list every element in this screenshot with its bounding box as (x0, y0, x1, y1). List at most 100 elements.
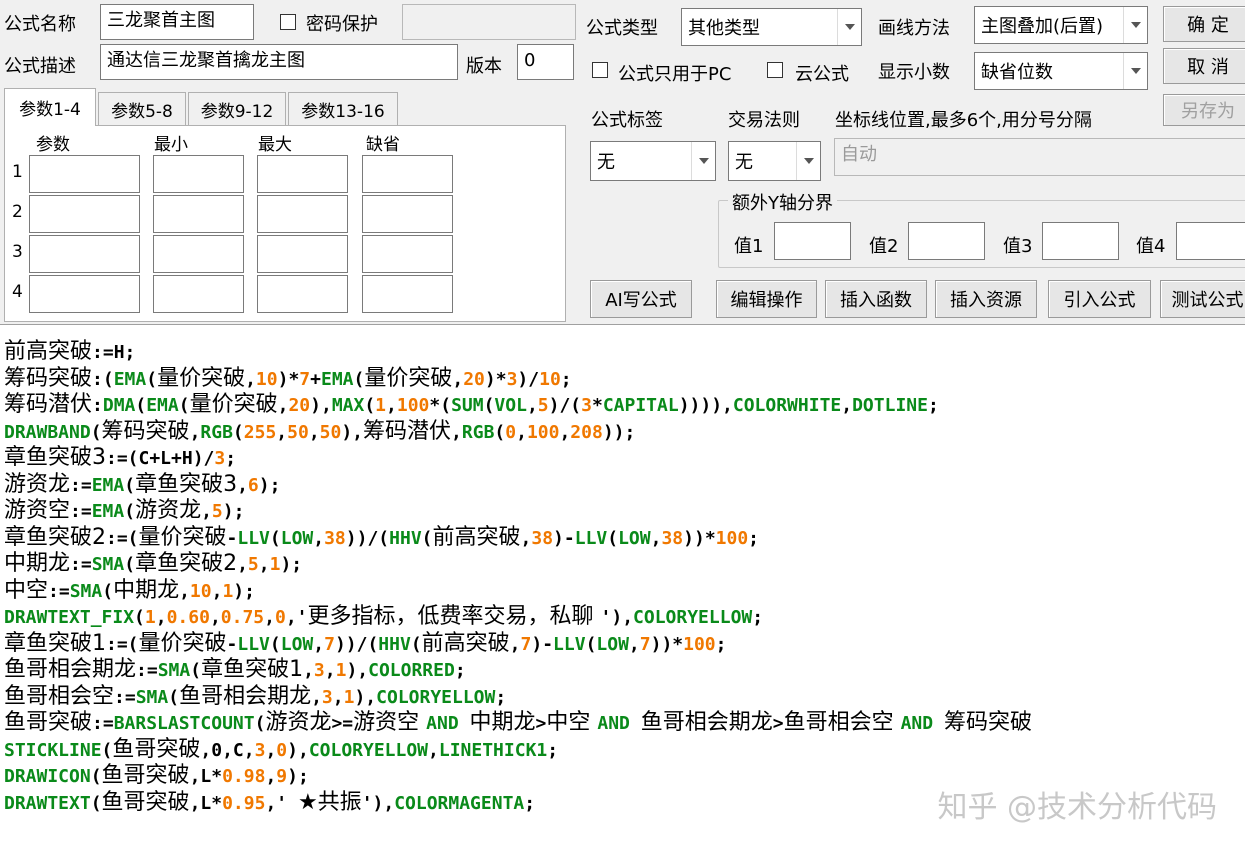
password-checkbox[interactable] (280, 14, 296, 30)
param-min-input[interactable] (153, 235, 244, 273)
trade-rule-value: 无 (735, 152, 753, 173)
param-name-input[interactable] (29, 155, 140, 193)
code-line[interactable]: 游资龙:=EMA(章鱼突破3,6); (4, 472, 1245, 499)
cloud-label: 云公式 (795, 64, 849, 85)
formula-type-label: 公式类型 (586, 18, 658, 39)
tab-params-5-8[interactable]: 参数5-8 (98, 92, 186, 126)
value2-input[interactable] (908, 222, 985, 260)
formula-type-select[interactable]: 其他类型 (681, 8, 862, 46)
param-max-input[interactable] (257, 195, 348, 233)
formula-desc-input[interactable]: 通达信三龙聚首擒龙主图 (100, 44, 458, 80)
code-line[interactable]: 前高突破:=H; (4, 339, 1245, 366)
max-col-header: 最大 (258, 135, 292, 155)
tab-params-13-16[interactable]: 参数13-16 (288, 92, 398, 126)
axis-position-label: 坐标线位置,最多6个,用分号分隔 (835, 110, 1092, 131)
formula-name-input[interactable]: 三龙聚首主图 (100, 4, 254, 40)
code-line[interactable]: 章鱼突破1:=(量价突破-LLV(LOW,7))/(HHV(前高突破,7)-LL… (4, 631, 1245, 658)
code-line[interactable]: DRAWBAND(筹码突破,RGB(255,50,50),筹码潜伏,RGB(0,… (4, 419, 1245, 446)
param-col-header: 参数 (36, 135, 70, 155)
formula-tag-label: 公式标签 (591, 110, 663, 131)
code-text[interactable]: 前高突破:=H; 筹码突破:(EMA(量价突破,10)*7+EMA(量价突破,20… (4, 339, 1245, 816)
watermark: 知乎 @技术分析代码 (937, 790, 1217, 825)
param-default-input[interactable] (362, 195, 453, 233)
trade-rule-label: 交易法则 (728, 110, 800, 131)
code-line[interactable]: 筹码突破:(EMA(量价突破,10)*7+EMA(量价突破,20)*3)/10; (4, 366, 1245, 393)
value1-label: 值1 (734, 236, 764, 257)
param-row-label: 3 (12, 242, 23, 262)
param-default-input[interactable] (362, 235, 453, 273)
chevron-down-icon[interactable] (691, 142, 715, 180)
decimals-label: 显示小数 (878, 62, 950, 83)
cloud-checkbox[interactable] (767, 62, 783, 78)
formula-type-value: 其他类型 (688, 18, 760, 39)
code-line[interactable]: 章鱼突破2:=(量价突破-LLV(LOW,38))/(HHV(前高突破,38)-… (4, 525, 1245, 552)
insert-function-button[interactable]: 插入函数 (825, 280, 927, 318)
min-col-header: 最小 (154, 135, 188, 155)
param-name-input[interactable] (29, 235, 140, 273)
draw-method-label: 画线方法 (878, 18, 950, 39)
code-line[interactable]: 鱼哥突破:=BARSLASTCOUNT(游资龙>=游资空 AND 中期龙>中空 … (4, 710, 1245, 737)
code-line[interactable]: 中期龙:=SMA(章鱼突破2,5,1); (4, 551, 1245, 578)
password-label: 密码保护 (306, 14, 378, 35)
formula-name-label: 公式名称 (4, 14, 76, 35)
formula-tag-select[interactable]: 无 (590, 141, 716, 181)
param-name-input[interactable] (29, 275, 140, 313)
code-line[interactable]: 筹码潜伏:DMA(EMA(量价突破,20),MAX(1,100*(SUM(VOL… (4, 392, 1245, 419)
draw-method-value: 主图叠加(后置) (981, 16, 1104, 37)
code-line[interactable]: STICKLINE(鱼哥突破,0,C,3,0),COLORYELLOW,LINE… (4, 737, 1245, 764)
extra-y-axis-title: 额外Y轴分界 (728, 189, 837, 215)
axis-position-input[interactable]: 自动 (834, 138, 1245, 176)
chevron-down-icon[interactable] (1123, 53, 1147, 89)
chevron-down-icon[interactable] (837, 9, 861, 45)
trade-rule-select[interactable]: 无 (728, 141, 821, 181)
param-default-input[interactable] (362, 275, 453, 313)
tab-params-1-4[interactable]: 参数1-4 (4, 88, 96, 126)
chevron-down-icon[interactable] (1123, 7, 1147, 43)
code-line[interactable]: 游资空:=EMA(游资龙,5); (4, 498, 1245, 525)
chevron-down-icon[interactable] (796, 142, 820, 180)
cancel-button[interactable]: 取 消 (1163, 48, 1245, 84)
formula-desc-label: 公式描述 (4, 56, 76, 77)
param-max-input[interactable] (257, 275, 348, 313)
param-min-input[interactable] (153, 275, 244, 313)
password-input[interactable] (402, 4, 576, 40)
param-row-label: 2 (12, 202, 23, 222)
value4-input[interactable] (1176, 222, 1245, 260)
code-line[interactable]: 章鱼突破3:=(C+L+H)/3; (4, 445, 1245, 472)
value4-label: 值4 (1136, 236, 1166, 257)
param-row-label: 1 (12, 162, 23, 182)
ai-write-button[interactable]: AI写公式 (590, 280, 692, 318)
param-default-input[interactable] (362, 155, 453, 193)
value3-input[interactable] (1042, 222, 1119, 260)
import-formula-button[interactable]: 引入公式 (1048, 280, 1151, 318)
decimals-value: 缺省位数 (981, 62, 1053, 83)
decimals-select[interactable]: 缺省位数 (974, 52, 1148, 90)
test-formula-button[interactable]: 测试公式 (1160, 280, 1245, 318)
code-editor[interactable]: 前高突破:=H; 筹码突破:(EMA(量价突破,10)*7+EMA(量价突破,20… (0, 324, 1245, 860)
pc-only-checkbox[interactable] (592, 62, 608, 78)
insert-resource-button[interactable]: 插入资源 (935, 280, 1037, 318)
default-col-header: 缺省 (366, 135, 400, 155)
code-line[interactable]: 中空:=SMA(中期龙,10,1); (4, 578, 1245, 605)
value2-label: 值2 (869, 236, 899, 257)
version-input[interactable]: 0 (517, 44, 574, 80)
code-line[interactable]: 鱼哥相会期龙:=SMA(章鱼突破1,3,1),COLORRED; (4, 657, 1245, 684)
formula-tag-value: 无 (597, 152, 615, 173)
tab-params-9-12[interactable]: 参数9-12 (188, 92, 286, 126)
param-min-input[interactable] (153, 195, 244, 233)
param-name-input[interactable] (29, 195, 140, 233)
param-row-label: 4 (12, 282, 23, 302)
edit-ops-button[interactable]: 编辑操作 (716, 280, 817, 318)
value3-label: 值3 (1003, 236, 1033, 257)
param-max-input[interactable] (257, 155, 348, 193)
code-line[interactable]: DRAWTEXT_FIX(1,0.60,0.75,0,'更多指标，低费率交易，私… (4, 604, 1245, 631)
draw-method-select[interactable]: 主图叠加(后置) (974, 6, 1148, 44)
code-line[interactable]: 鱼哥相会空:=SMA(鱼哥相会期龙,3,1),COLORYELLOW; (4, 684, 1245, 711)
save-as-button[interactable]: 另存为 (1163, 94, 1245, 126)
version-label: 版本 (466, 56, 502, 77)
param-min-input[interactable] (153, 155, 244, 193)
pc-only-label: 公式只用于PC (618, 64, 732, 85)
ok-button[interactable]: 确 定 (1163, 6, 1245, 42)
value1-input[interactable] (774, 222, 851, 260)
param-max-input[interactable] (257, 235, 348, 273)
